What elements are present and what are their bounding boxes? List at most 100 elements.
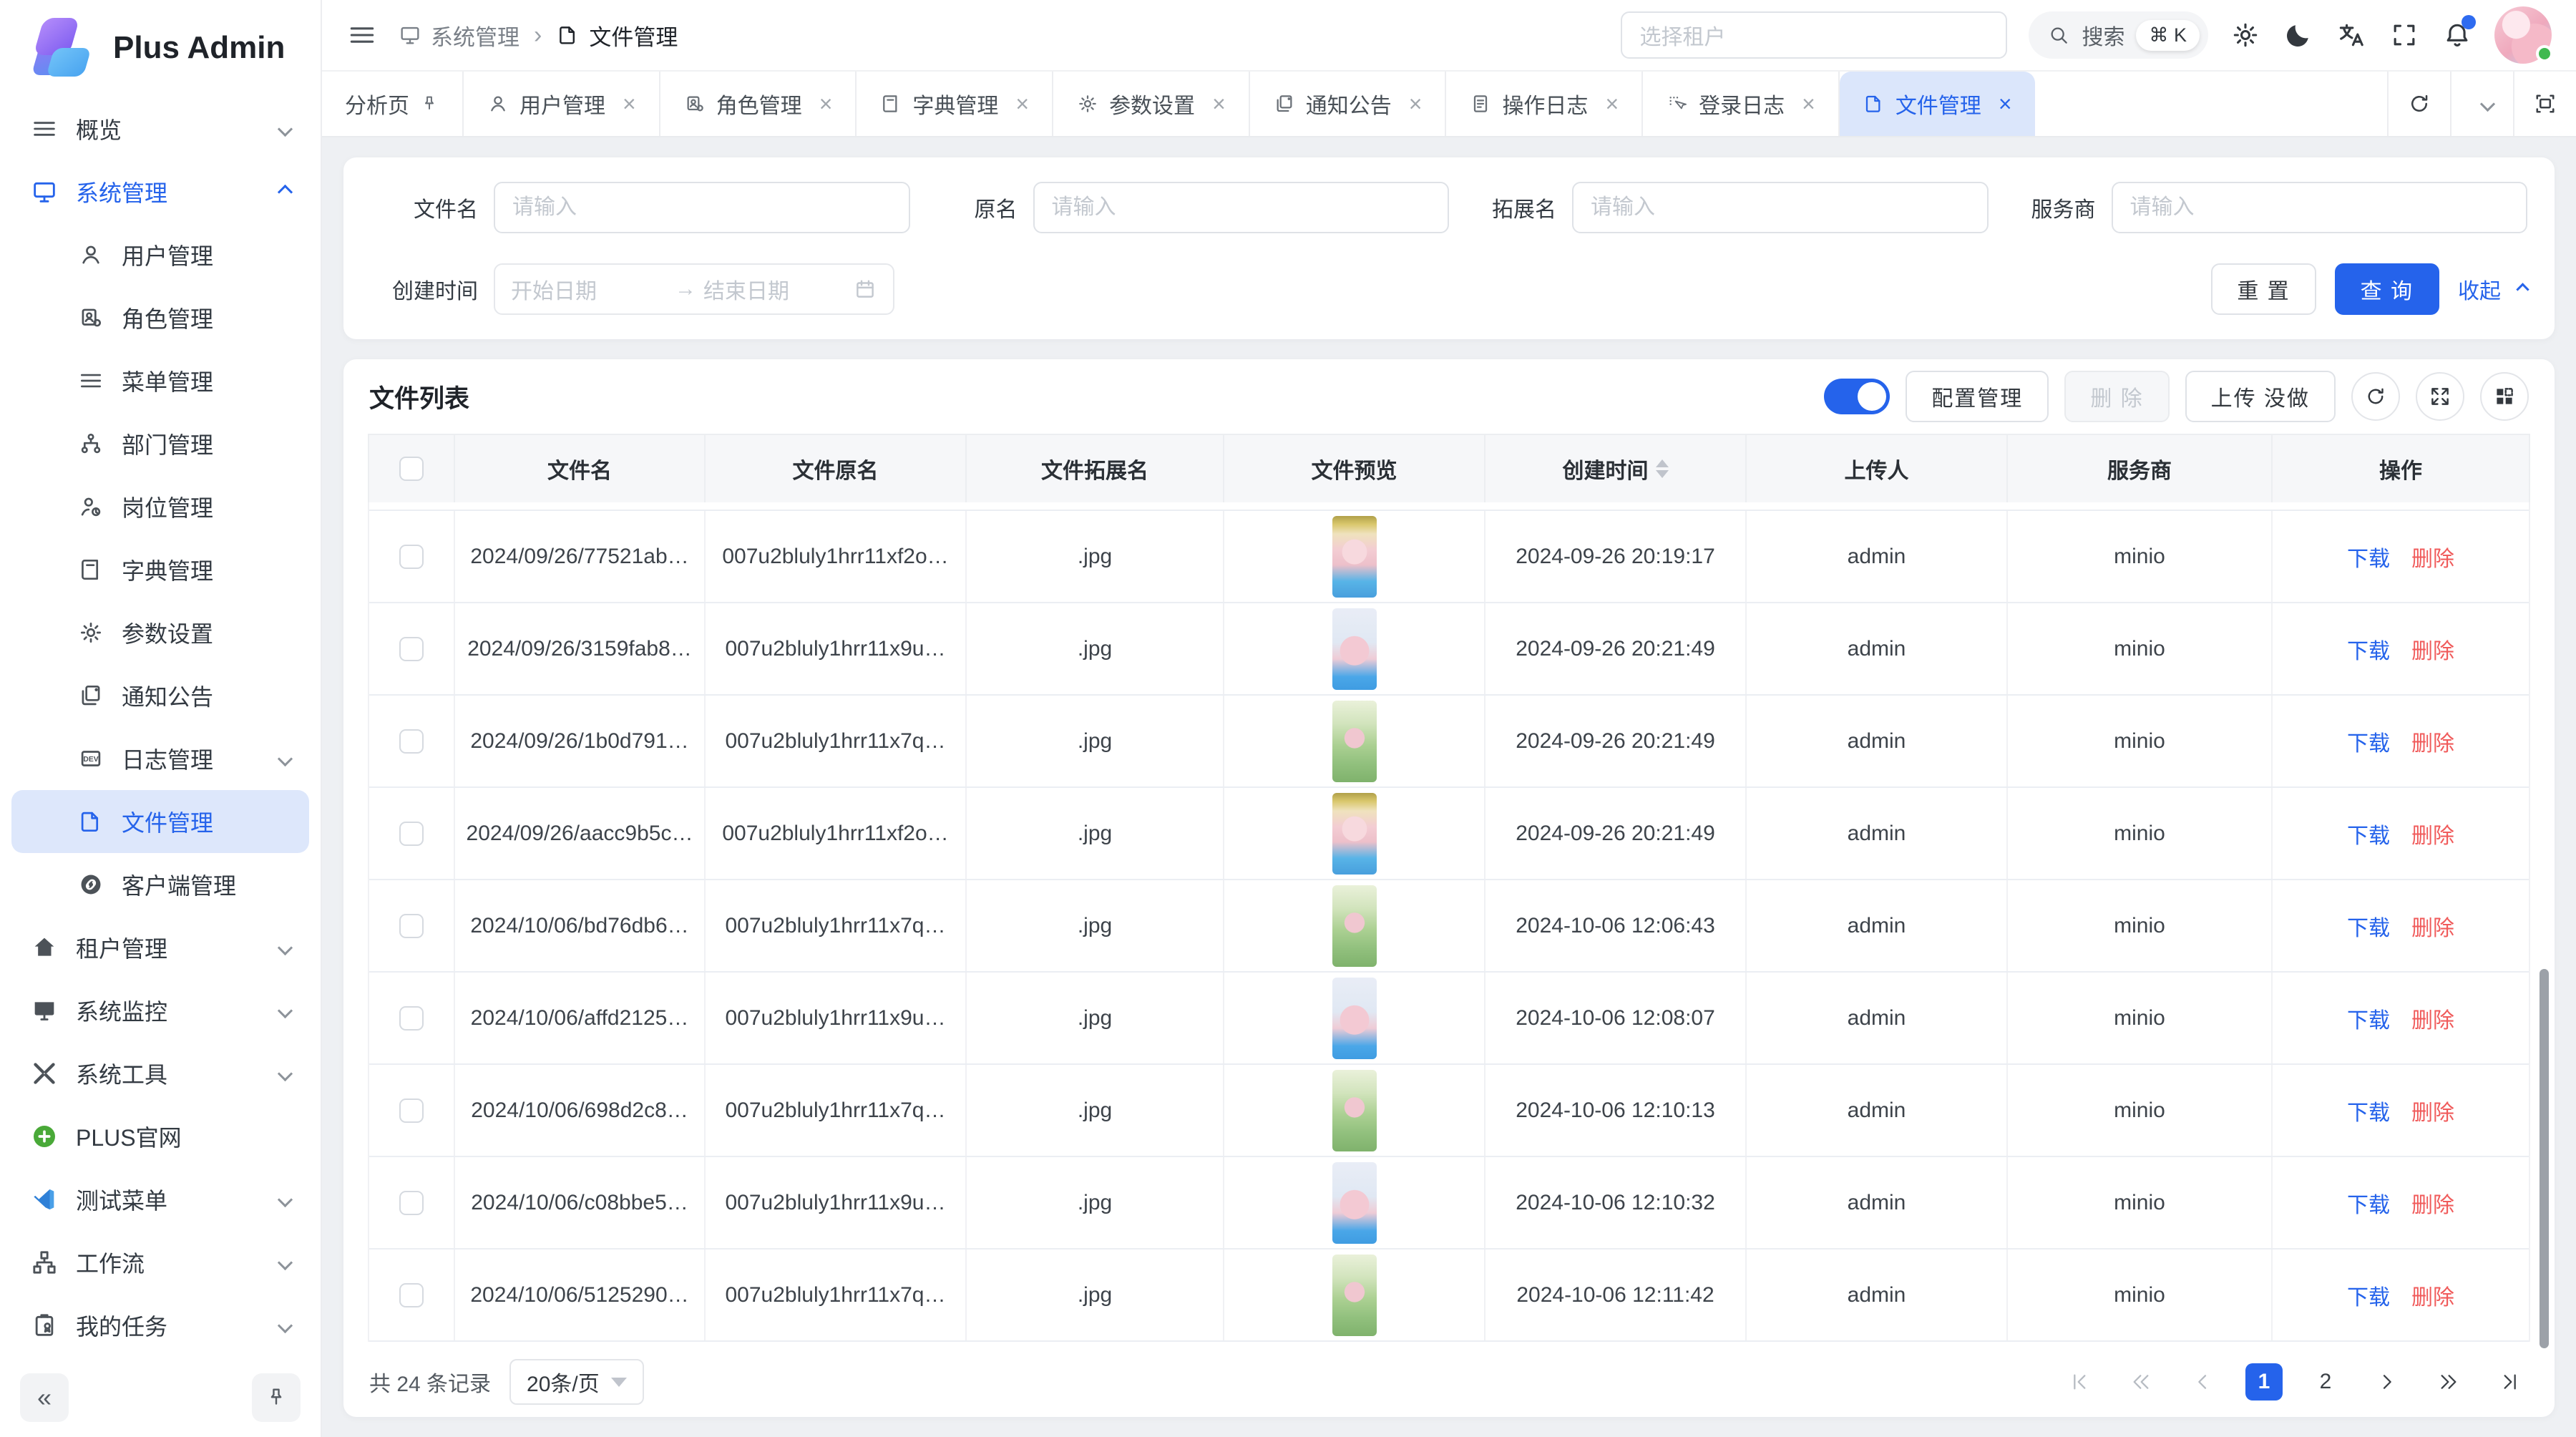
row-checkbox[interactable] bbox=[399, 1191, 424, 1215]
language-button[interactable] bbox=[2336, 19, 2367, 51]
sidebar-item-系统监控[interactable]: 系统监控 bbox=[11, 979, 309, 1042]
sidebar-pin-button[interactable] bbox=[252, 1373, 301, 1422]
tab-通知公告[interactable]: 通知公告× bbox=[1250, 72, 1447, 136]
last-page-button[interactable] bbox=[2492, 1363, 2529, 1401]
file-preview-thumbnail[interactable] bbox=[1332, 1070, 1377, 1151]
sidebar-item-PLUS官网[interactable]: PLUS官网 bbox=[11, 1105, 309, 1168]
breadcrumb-root[interactable]: 系统管理 bbox=[398, 19, 519, 52]
tab-分析页[interactable]: 分析页 bbox=[322, 72, 464, 136]
tab-close-icon[interactable]: × bbox=[1015, 91, 1029, 117]
sidebar-item-字典管理[interactable]: 字典管理 bbox=[11, 538, 309, 601]
page-button-2[interactable]: 2 bbox=[2307, 1363, 2344, 1401]
tab-用户管理[interactable]: 用户管理× bbox=[464, 72, 660, 136]
file-preview-thumbnail[interactable] bbox=[1332, 793, 1377, 875]
filter-input-原名[interactable] bbox=[1033, 182, 1450, 233]
tenant-select[interactable]: 选择租户 bbox=[1621, 11, 2007, 59]
file-preview-thumbnail[interactable] bbox=[1332, 1162, 1377, 1244]
tab-角色管理[interactable]: 角色管理× bbox=[660, 72, 857, 136]
tab-登录日志[interactable]: 登录日志× bbox=[1643, 72, 1840, 136]
tab-操作日志[interactable]: 操作日志× bbox=[1446, 72, 1643, 136]
sidebar-collapse-button[interactable]: « bbox=[20, 1373, 69, 1422]
hamburger-menu-icon[interactable] bbox=[346, 19, 378, 51]
table-refresh-button[interactable] bbox=[2351, 372, 2400, 421]
tab-字典管理[interactable]: 字典管理× bbox=[857, 72, 1053, 136]
reset-button[interactable]: 重 置 bbox=[2211, 263, 2316, 315]
sidebar-item-系统工具[interactable]: 系统工具 bbox=[11, 1042, 309, 1105]
tabs-refresh-button[interactable] bbox=[2387, 72, 2450, 136]
delete-link[interactable]: 删除 bbox=[2411, 541, 2454, 573]
file-preview-thumbnail[interactable] bbox=[1332, 516, 1377, 598]
avatar[interactable] bbox=[2494, 6, 2552, 64]
row-checkbox[interactable] bbox=[399, 822, 424, 846]
sidebar-item-文件管理[interactable]: 文件管理 bbox=[11, 790, 309, 853]
tab-close-icon[interactable]: × bbox=[1605, 91, 1619, 117]
vertical-scrollbar[interactable] bbox=[2540, 969, 2549, 1348]
sidebar-item-角色管理[interactable]: 角色管理 bbox=[11, 286, 309, 349]
sidebar-item-参数设置[interactable]: 参数设置 bbox=[11, 601, 309, 664]
config-manage-button[interactable]: 配置管理 bbox=[1906, 371, 2049, 422]
file-preview-thumbnail[interactable] bbox=[1332, 978, 1377, 1059]
filter-input-文件名[interactable] bbox=[494, 182, 910, 233]
column-settings-button[interactable] bbox=[2480, 372, 2529, 421]
download-link[interactable]: 下载 bbox=[2347, 726, 2390, 757]
delete-link[interactable]: 删除 bbox=[2411, 726, 2454, 757]
tab-参数设置[interactable]: 参数设置× bbox=[1053, 72, 1250, 136]
date-range-input[interactable]: 开始日期 → 结束日期 bbox=[494, 263, 894, 315]
filter-input-拓展名[interactable] bbox=[1572, 182, 1989, 233]
row-checkbox[interactable] bbox=[399, 637, 424, 661]
page-button-1[interactable]: 1 bbox=[2245, 1363, 2283, 1401]
fast-prev-button[interactable] bbox=[2122, 1363, 2160, 1401]
download-link[interactable]: 下载 bbox=[2347, 1187, 2390, 1219]
row-checkbox[interactable] bbox=[399, 729, 424, 754]
row-checkbox[interactable] bbox=[399, 914, 424, 938]
notifications-button[interactable] bbox=[2441, 19, 2473, 51]
tab-close-icon[interactable]: × bbox=[1802, 91, 1815, 117]
tab-close-icon[interactable]: × bbox=[1409, 91, 1423, 117]
tab-文件管理[interactable]: 文件管理× bbox=[1840, 72, 2035, 136]
file-preview-thumbnail[interactable] bbox=[1332, 701, 1377, 782]
sidebar-item-我的任务[interactable]: 我的任务 bbox=[11, 1294, 309, 1357]
search-toggle[interactable] bbox=[1824, 379, 1890, 414]
download-link[interactable]: 下载 bbox=[2347, 541, 2390, 573]
sidebar-item-用户管理[interactable]: 用户管理 bbox=[11, 223, 309, 286]
filter-input-服务商[interactable] bbox=[2112, 182, 2528, 233]
file-preview-thumbnail[interactable] bbox=[1332, 885, 1377, 967]
first-page-button[interactable] bbox=[2061, 1363, 2098, 1401]
sidebar-item-工作流[interactable]: 工作流 bbox=[11, 1231, 309, 1294]
sidebar-item-概览[interactable]: 概览 bbox=[11, 97, 309, 160]
download-link[interactable]: 下载 bbox=[2347, 1095, 2390, 1126]
settings-button[interactable] bbox=[2230, 19, 2261, 51]
delete-link[interactable]: 删除 bbox=[2411, 633, 2454, 665]
delete-link[interactable]: 删除 bbox=[2411, 1095, 2454, 1126]
sidebar-item-租户管理[interactable]: 租户管理 bbox=[11, 916, 309, 979]
sidebar-item-部门管理[interactable]: 部门管理 bbox=[11, 412, 309, 475]
prev-page-button[interactable] bbox=[2184, 1363, 2221, 1401]
download-link[interactable]: 下载 bbox=[2347, 633, 2390, 665]
row-checkbox[interactable] bbox=[399, 1099, 424, 1123]
tabs-fullscreen-button[interactable] bbox=[2513, 72, 2576, 136]
file-preview-thumbnail[interactable] bbox=[1332, 1255, 1377, 1336]
file-preview-thumbnail[interactable] bbox=[1332, 608, 1377, 690]
table-fullscreen-button[interactable] bbox=[2416, 372, 2464, 421]
sidebar-item-客户端管理[interactable]: 客户端管理 bbox=[11, 853, 309, 916]
sidebar-item-日志管理[interactable]: DEV日志管理 bbox=[11, 727, 309, 790]
next-page-button[interactable] bbox=[2368, 1363, 2406, 1401]
tab-close-icon[interactable]: × bbox=[1999, 91, 2012, 117]
row-checkbox[interactable] bbox=[399, 545, 424, 569]
download-link[interactable]: 下载 bbox=[2347, 910, 2390, 942]
tab-close-icon[interactable]: × bbox=[1212, 91, 1226, 117]
global-search[interactable]: 搜索 ⌘ K bbox=[2029, 11, 2208, 59]
tabs-more-button[interactable] bbox=[2450, 72, 2513, 136]
delete-link[interactable]: 删除 bbox=[2411, 1187, 2454, 1219]
sidebar-item-岗位管理[interactable]: 岗位管理 bbox=[11, 475, 309, 538]
delete-link[interactable]: 删除 bbox=[2411, 910, 2454, 942]
row-checkbox[interactable] bbox=[399, 1006, 424, 1031]
fast-next-button[interactable] bbox=[2430, 1363, 2467, 1401]
delete-button[interactable]: 删 除 bbox=[2064, 371, 2169, 422]
delete-link[interactable]: 删除 bbox=[2411, 1280, 2454, 1311]
sidebar-item-测试菜单[interactable]: 测试菜单 bbox=[11, 1168, 309, 1231]
delete-link[interactable]: 删除 bbox=[2411, 818, 2454, 849]
download-link[interactable]: 下载 bbox=[2347, 1003, 2390, 1034]
query-button[interactable]: 查 询 bbox=[2335, 263, 2439, 315]
fullscreen-button[interactable] bbox=[2389, 19, 2420, 51]
